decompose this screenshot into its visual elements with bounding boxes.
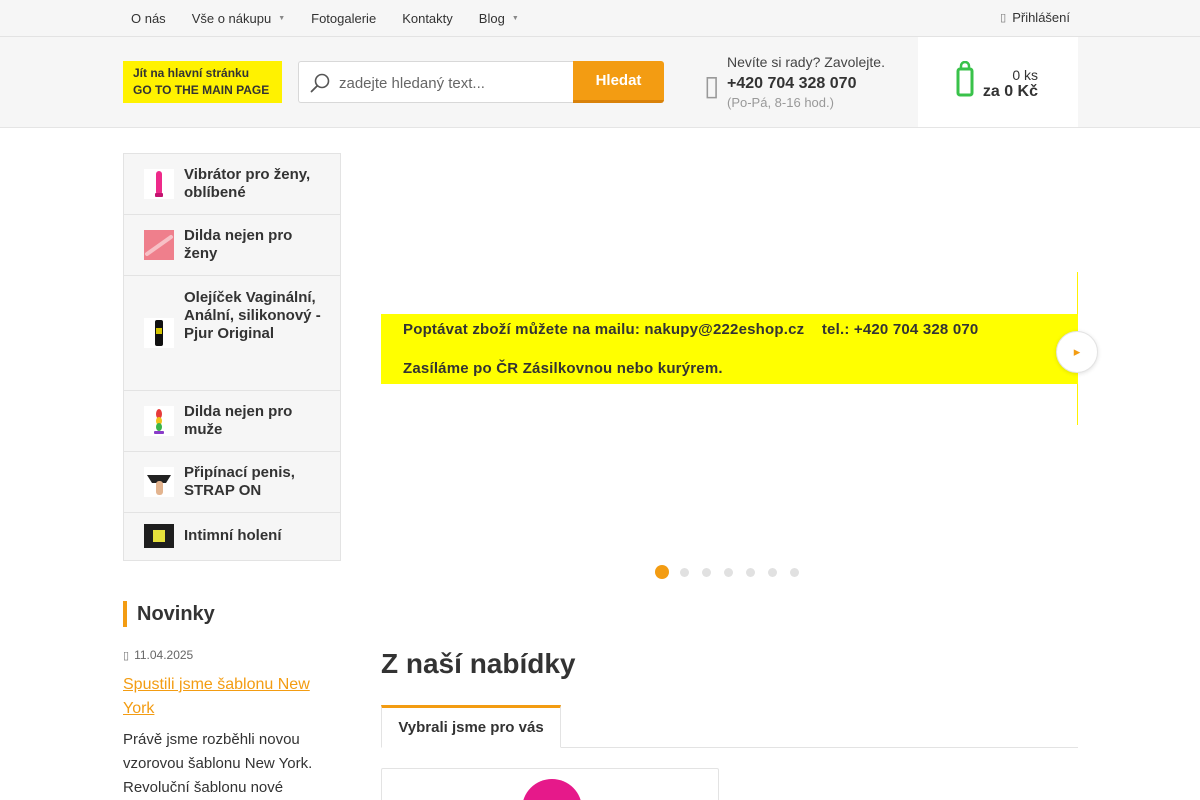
category-label: Olejíček Vaginální, Anální, silikonový -… [184,289,321,342]
login-link[interactable]: ▯ Přihlášení [1000,10,1070,25]
nav-item-2[interactable]: Fotogalerie [298,11,389,26]
offer-heading: Z naší nabídky [381,648,576,679]
product-image [522,779,582,800]
carousel-pagination [655,565,812,579]
logo-home-link[interactable]: Jít na hlavní stránku GO TO THE MAIN PAG… [123,61,282,103]
news-date-text: 11.04.2025 [134,648,194,662]
category-label: Dilda nejen pro muže [184,403,293,438]
search-icon [310,73,330,93]
nav-item-4[interactable]: Blog ▼ [466,11,532,26]
search-form: Hledat [298,61,664,103]
product-card[interactable] [381,768,719,800]
nav-item-0[interactable]: O nás [118,11,179,26]
nav-item-label: Blog [478,10,505,26]
nav-item-label: Fotogalerie [311,10,377,26]
category-item-strap-on[interactable]: Připínací penis, STRAP ON [124,452,340,513]
dildo-thumbnail [144,230,174,260]
category-item-vibrators[interactable]: Vibrátor pro ženy, oblíbené [124,154,340,215]
carousel-next-button[interactable]: ▸ [1056,331,1098,373]
site-header: Jít na hlavní stránku GO TO THE MAIN PAG… [0,37,1200,128]
news-excerpt: Právě jsme rozběhli novou vzorovou šablo… [123,731,313,796]
strap-on-thumbnail [144,467,174,497]
nav-item-label: Kontakty [402,10,453,26]
carousel-dot[interactable] [746,567,755,577]
lubricant-bottle-thumbnail [144,318,174,348]
cart-icon [956,61,974,97]
banner-contact-text: Poptávat zboží můžete na mailu: nakupy@2… [403,321,979,338]
search-input[interactable] [339,71,569,95]
carousel-dot[interactable] [724,567,733,577]
carousel-dot[interactable] [702,567,711,577]
rainbow-plug-thumbnail [144,406,174,436]
user-icon: ▯ [1000,12,1007,24]
carousel-dot[interactable] [790,567,799,577]
chevron-down-icon: ▼ [511,14,519,22]
category-item-shaving[interactable]: Intimní holení [124,513,340,560]
nav-item-1[interactable]: Vše o nákupu ▼ [179,11,298,26]
category-item-dildos-men[interactable]: Dilda nejen pro muže [124,391,340,452]
search-button[interactable]: Hledat [573,61,664,103]
banner-shipping-text: Zasíláme po ČR Zásilkovnou nebo kurýrem. [403,360,723,377]
category-item-dildos-women[interactable]: Dilda nejen pro ženy [124,215,340,276]
category-label: Vibrátor pro ženy, oblíbené [184,166,311,201]
vibrator-thumbnail [144,169,174,199]
cart-button[interactable]: 0 ks za 0 Kč [918,37,1078,127]
cart-total: za 0 Kč [982,83,1038,100]
search-box [298,61,574,103]
news-heading: Novinky [123,601,215,627]
logo-line-2: GO TO THE MAIN PAGE [133,83,270,97]
category-label: Intimní holení [184,527,282,544]
carousel-dot[interactable] [655,565,669,579]
top-navigation-bar: O nás Vše o nákupu ▼ Fotogalerie Kontakty Blo… [0,0,1200,37]
news-date: ▯ 11.04.2025 [123,648,193,662]
cart-count: 0 ks [1012,67,1038,83]
login-label: Přihlášení [1012,10,1070,25]
chevron-right-icon: ▸ [1073,344,1081,359]
nav-item-label: O nás [131,10,166,26]
category-label: Dilda nejen pro ženy [184,227,293,262]
shaving-kit-thumbnail [144,524,174,548]
chevron-down-icon: ▼ [278,14,286,22]
promo-banner: Poptávat zboží můžete na mailu: nakupy@2… [381,314,1078,384]
top-menu: O nás Vše o nákupu ▼ Fotogalerie Kontakty Blo… [118,0,532,36]
category-item-lubricants[interactable]: Olejíček Vaginální, Anální, silikonový -… [124,276,340,391]
carousel-slide[interactable]: Poptávat zboží můžete na mailu: nakupy@2… [381,272,1078,425]
carousel-dot[interactable] [768,567,777,577]
nav-item-label: Vše o nákupu [191,10,272,26]
carousel-dot[interactable] [680,567,689,577]
contact-question: Nevíte si rady? Zavolejte. [727,54,885,70]
category-label: Připínací penis, STRAP ON [184,464,295,499]
contact-phone[interactable]: +420 704 328 070 [727,75,856,93]
tab-recommended[interactable]: Vybrali jsme pro vás [381,705,561,748]
phone-icon: ▯ [704,70,720,101]
news-article-link[interactable]: Spustili jsme šablonu New York [123,673,338,721]
category-menu: Vibrátor pro ženy, oblíbené Dilda nejen … [123,153,341,561]
nav-item-3[interactable]: Kontakty [389,11,466,26]
logo-line-1: Jít na hlavní stránku [133,66,250,80]
contact-info: ▯ Nevíte si rady? Zavolejte. +420 704 32… [704,53,904,113]
contact-hours: (Po-Pá, 8-16 hod.) [727,95,834,110]
calendar-icon: ▯ [123,649,130,662]
